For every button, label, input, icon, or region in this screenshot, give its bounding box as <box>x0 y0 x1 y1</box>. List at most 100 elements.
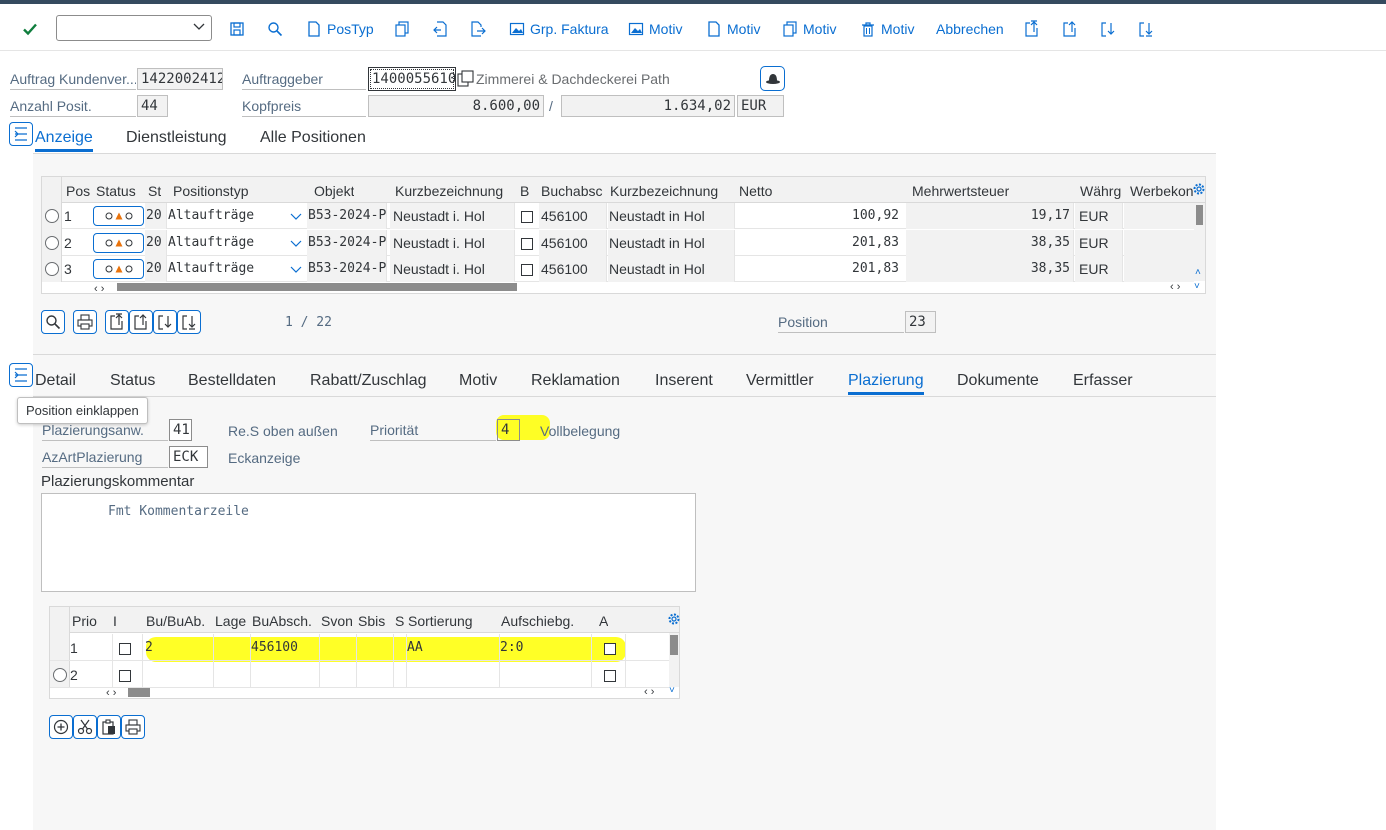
value-help-button[interactable] <box>457 69 475 89</box>
status-button[interactable] <box>93 206 144 226</box>
kopfpreis-field-2[interactable]: 1.634,02 <box>561 95 735 117</box>
next-page-button[interactable] <box>1100 18 1116 40</box>
row-selector[interactable] <box>50 634 70 661</box>
chevron-down-icon[interactable] <box>290 262 302 278</box>
position-field[interactable]: 23 <box>905 311 936 333</box>
positionstyp-cell[interactable]: Altaufträge <box>168 208 303 223</box>
sortierung-cell[interactable]: AA <box>407 640 423 655</box>
tab-dokumente[interactable]: Dokumente <box>957 372 1039 390</box>
row-selector[interactable] <box>42 203 62 229</box>
details-button[interactable] <box>41 310 65 334</box>
postyp-button[interactable]: PosTyp <box>306 18 374 40</box>
col-bu-buab[interactable]: Bu/BuAb. <box>146 613 205 629</box>
previous-page-button[interactable] <box>1062 18 1078 40</box>
a-checkbox[interactable] <box>604 669 616 685</box>
chevron-down-icon[interactable] <box>193 19 205 36</box>
row-selector[interactable] <box>42 256 62 282</box>
col-pos[interactable]: Pos <box>66 183 90 199</box>
b-checkbox[interactable] <box>521 210 533 226</box>
col-s[interactable]: S <box>395 613 404 629</box>
col-werbekon[interactable]: Werbekon <box>1130 183 1194 199</box>
col-netto[interactable]: Netto <box>739 183 772 199</box>
col-svon[interactable]: Svon <box>321 613 353 629</box>
print-button[interactable] <box>73 310 97 334</box>
table-row[interactable]: 2 <box>50 661 669 688</box>
tab-erfasser[interactable]: Erfasser <box>1073 372 1133 390</box>
motiv-image-button[interactable]: Motiv <box>628 18 682 40</box>
prioritaet-field[interactable]: 4 <box>497 419 520 441</box>
tab-detail[interactable]: Detail <box>35 372 76 390</box>
i-checkbox[interactable] <box>119 669 131 685</box>
col-sbis[interactable]: Sbis <box>358 613 385 629</box>
tab-rabatt-zuschlag[interactable]: Rabatt/Zuschlag <box>310 372 427 390</box>
chevron-down-icon[interactable] <box>290 236 302 252</box>
col-mehrwertsteuer[interactable]: Mehrwertsteuer <box>912 183 1009 199</box>
col-prio[interactable]: Prio <box>72 613 97 629</box>
col-st[interactable]: St <box>148 183 161 199</box>
col-aufschiebg[interactable]: Aufschiebg. <box>501 613 574 629</box>
col-b[interactable]: B <box>520 183 529 199</box>
currency-field[interactable]: EUR <box>737 95 784 117</box>
placement-vertical-scrollbar[interactable] <box>669 633 679 687</box>
anzahl-field[interactable]: 44 <box>137 95 168 117</box>
tab-inserent[interactable]: Inserent <box>655 372 713 390</box>
status-button[interactable] <box>93 233 144 253</box>
placement-settings-button[interactable] <box>667 612 681 629</box>
row-selector[interactable] <box>42 230 62 256</box>
scroll-down-icon[interactable]: ˅ <box>1194 281 1200 292</box>
col-buchabsc[interactable]: Buchabsc <box>541 183 605 199</box>
tab-plazierung[interactable]: Plazierung <box>848 372 924 395</box>
tab-vermittler[interactable]: Vermittler <box>746 372 814 390</box>
kommentar-editor[interactable]: Fmt Kommentarzeile <box>41 493 696 592</box>
row-selector[interactable] <box>50 661 70 688</box>
doc-back-button[interactable] <box>432 18 448 40</box>
aufschiebg-cell[interactable]: 2:0 <box>500 640 523 655</box>
confirm-button[interactable] <box>22 18 38 40</box>
scroll-left-right-icon[interactable]: ‹ › <box>94 283 104 295</box>
vertical-scroll-thumb[interactable] <box>1196 205 1203 225</box>
table-row[interactable]: 1 2 456100 AA 2:0 <box>50 634 669 661</box>
col-waehrg[interactable]: Währg <box>1080 183 1121 199</box>
bu-buab-cell[interactable]: 2 <box>145 640 153 655</box>
motiv-delete-button[interactable]: Motiv <box>860 18 914 40</box>
add-row-button[interactable] <box>49 715 73 739</box>
tab-dienstleistung[interactable]: Dienstleistung <box>126 129 227 147</box>
chevron-down-icon[interactable] <box>290 209 302 225</box>
placement-horizontal-thumb[interactable] <box>128 688 150 697</box>
motiv-copy-button[interactable]: Motiv <box>782 18 836 40</box>
buabsch-cell[interactable]: 456100 <box>251 640 298 655</box>
vertical-scrollbar[interactable]: ˄ <box>1194 203 1205 281</box>
table-previous-page-button[interactable] <box>129 310 153 334</box>
col-objekt[interactable]: Objekt <box>314 183 354 199</box>
col-status[interactable]: Status <box>96 183 136 199</box>
table-settings-button[interactable] <box>1192 182 1206 199</box>
b-checkbox[interactable] <box>521 237 533 253</box>
i-checkbox[interactable] <box>119 642 131 658</box>
col-i[interactable]: I <box>113 613 117 629</box>
save-button[interactable] <box>229 18 245 40</box>
table-row[interactable]: 2 20 Altaufträge B53-2024-P Neustadt i. Hol 4… <box>42 230 1194 256</box>
tab-motiv[interactable]: Motiv <box>459 372 497 390</box>
find-button[interactable] <box>267 18 283 40</box>
table-last-page-button[interactable] <box>177 310 201 334</box>
scroll-right-icon[interactable]: ‹ › <box>1170 281 1180 293</box>
kopfpreis-field[interactable]: 8.600,00 <box>368 95 544 117</box>
first-page-button[interactable] <box>1024 18 1040 40</box>
placement-scroll-thumb[interactable] <box>670 635 678 655</box>
b-checkbox[interactable] <box>521 263 533 279</box>
status-button[interactable] <box>93 259 144 279</box>
col-kurzbezeichnung-2[interactable]: Kurzbezeichnung <box>610 183 718 199</box>
abbrechen-button[interactable]: Abbrechen <box>936 18 1004 40</box>
col-positionstyp[interactable]: Positionstyp <box>173 183 248 199</box>
positionstyp-cell[interactable]: Altaufträge <box>168 235 303 250</box>
cut-row-button[interactable] <box>73 715 97 739</box>
command-field[interactable] <box>56 15 212 41</box>
print-placement-button[interactable] <box>121 715 145 739</box>
col-a[interactable]: A <box>599 613 608 629</box>
azartplazierung-field[interactable]: ECK <box>169 446 208 468</box>
grp-faktura-button[interactable]: Grp. Faktura <box>509 18 609 40</box>
doc-forward-button[interactable] <box>470 18 486 40</box>
positionstyp-cell[interactable]: Altaufträge <box>168 261 303 276</box>
tab-anzeige[interactable]: Anzeige <box>35 129 93 152</box>
col-kurzbezeichnung[interactable]: Kurzbezeichnung <box>395 183 503 199</box>
